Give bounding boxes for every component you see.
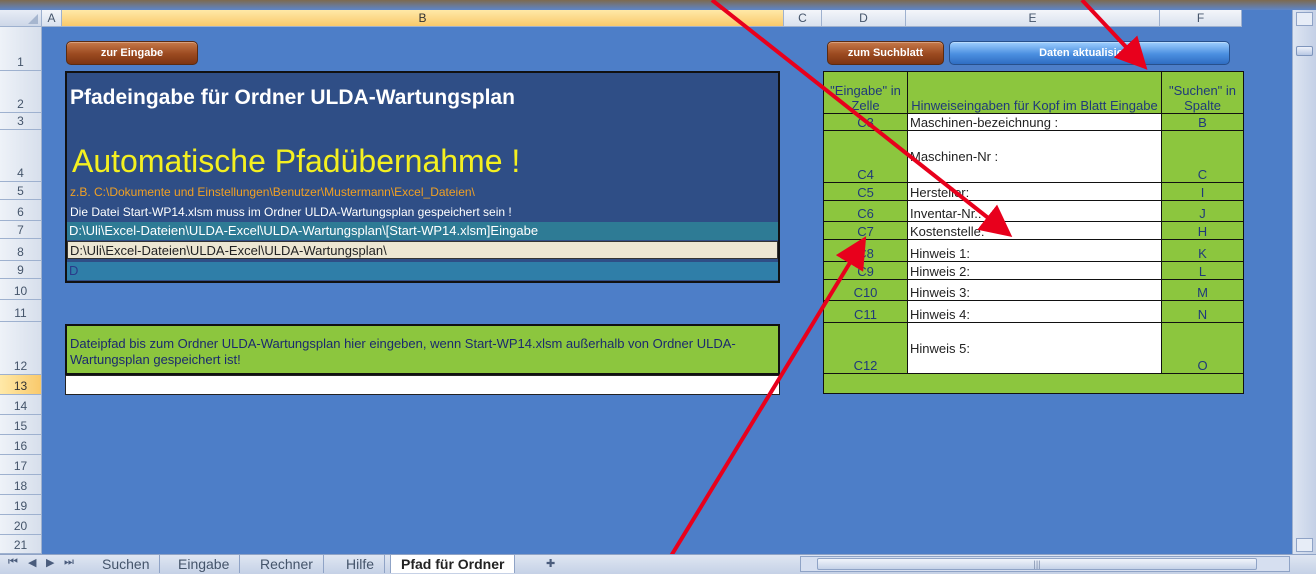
- scroll-up-icon[interactable]: [1296, 12, 1313, 26]
- spreadsheet-window: A B C D E F 1 2 3 4 5 6 7 8 9 10 11 12 1…: [0, 0, 1316, 574]
- vertical-scrollbar[interactable]: [1292, 10, 1316, 554]
- horizontal-scrollbar[interactable]: |||: [800, 556, 1290, 572]
- arrow-to-c7-cell: [658, 236, 867, 574]
- tab-suchen[interactable]: Suchen: [92, 555, 161, 573]
- tab-eingabe[interactable]: Eingabe: [168, 555, 241, 573]
- scroll-thumb[interactable]: [1296, 46, 1313, 56]
- scroll-down-icon[interactable]: [1296, 538, 1313, 552]
- insert-sheet-icon[interactable]: ✚: [546, 557, 555, 570]
- arrow-to-kostenstelle: [710, 0, 1013, 237]
- horizontal-scroll-thumb[interactable]: |||: [817, 558, 1257, 570]
- first-sheet-icon[interactable]: ⏮: [8, 556, 18, 569]
- last-sheet-icon[interactable]: ⏭: [64, 556, 74, 569]
- arrow-to-update-button: [1080, 0, 1148, 70]
- tab-hilfe[interactable]: Hilfe: [336, 555, 386, 573]
- annotation-arrows: [658, 0, 1148, 574]
- next-sheet-icon[interactable]: ▶: [46, 556, 54, 569]
- tab-rechner[interactable]: Rechner: [250, 555, 324, 573]
- tab-pfad-fuer-ordner[interactable]: Pfad für Ordner: [390, 555, 516, 573]
- prev-sheet-icon[interactable]: ◀: [28, 556, 36, 569]
